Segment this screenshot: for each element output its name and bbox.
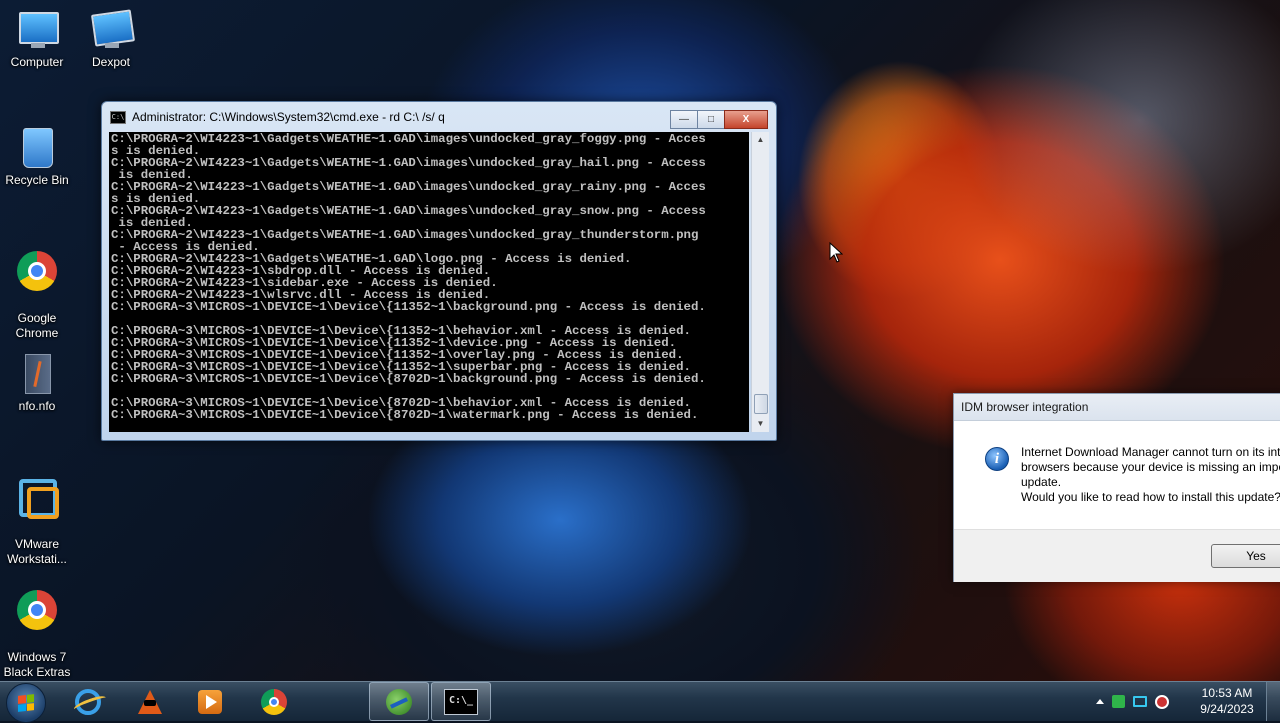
idm-icon — [386, 688, 412, 715]
window-controls: — □ X — [670, 110, 768, 129]
taskbar-google-chrome[interactable] — [244, 682, 304, 721]
taskbar-idm[interactable] — [369, 682, 429, 721]
cmd-window-title: Administrator: C:\Windows\System32\cmd.e… — [132, 110, 445, 124]
system-tray — [1096, 682, 1169, 721]
computer-icon — [15, 8, 59, 52]
taskbar-media-player[interactable] — [180, 682, 240, 721]
minimize-button[interactable]: — — [670, 110, 698, 129]
clock[interactable]: 10:53 AM 9/24/2023 — [1196, 685, 1258, 717]
dexpot-icon — [89, 8, 136, 52]
console-output-area[interactable]: C:\PROGRA~2\WI4223~1\Gadgets\WEATHE~1.GA… — [109, 132, 749, 432]
cmd-icon: C:\_ — [444, 688, 478, 715]
close-button[interactable]: X — [724, 110, 768, 129]
idm-dialog-footer: Yes — [954, 529, 1280, 582]
desktop-icon-recycle-bin[interactable]: Recycle Bin — [1, 126, 73, 188]
scroll-down-arrow-icon[interactable]: ▼ — [752, 416, 769, 432]
recycle-bin-icon — [15, 126, 59, 170]
taskbar-cmd[interactable]: C:\_ — [431, 682, 491, 721]
cmd-icon: C:\ — [110, 110, 126, 124]
console-output: C:\PROGRA~2\WI4223~1\Gadgets\WEATHE~1.GA… — [111, 132, 706, 422]
internet-explorer-icon — [75, 688, 101, 715]
start-button[interactable] — [6, 683, 46, 723]
network-icon[interactable] — [1133, 696, 1147, 707]
scrollbar-thumb[interactable] — [754, 394, 768, 414]
desktop-icon-label: VMware Workstati... — [7, 537, 67, 566]
cmd-titlebar[interactable]: C:\ Administrator: C:\Windows\System32\c… — [110, 110, 445, 124]
scroll-up-arrow-icon[interactable]: ▲ — [752, 132, 769, 148]
maximize-button[interactable]: □ — [697, 110, 725, 129]
desktop-icon-label: nfo.nfo — [18, 399, 56, 413]
clock-time: 10:53 AM — [1201, 686, 1253, 700]
desktop-icon-computer[interactable]: Computer — [1, 8, 73, 70]
desktop-icon-label: Dexpot — [91, 55, 131, 69]
chrome-icon — [261, 688, 287, 715]
show-desktop-button[interactable] — [1266, 682, 1280, 721]
desktop-icon-nfo[interactable]: nfo.nfo — [1, 352, 73, 414]
desktop-icon-google-chrome[interactable]: Google Chrome — [1, 234, 73, 356]
windows-logo-icon — [18, 694, 34, 712]
desktop-icon-label: Computer — [10, 55, 64, 69]
chrome-icon — [15, 588, 59, 632]
tray-app-icon[interactable] — [1112, 695, 1125, 708]
show-hidden-icons-icon[interactable] — [1096, 699, 1104, 704]
info-icon: i — [985, 447, 1009, 471]
desktop-icon-windows7-black-extras[interactable]: Windows 7 Black Extras — [1, 573, 73, 681]
desktop-icon-label: Windows 7 Black Extras — [3, 650, 71, 679]
desktop: Computer Dexpot Recycle Bin Google Chrom… — [0, 0, 1280, 681]
volume-icon[interactable] — [1155, 694, 1169, 709]
desktop-icon-vmware[interactable]: VMware Workstati... — [1, 460, 73, 582]
idm-dialog-message: Internet Download Manager cannot turn on… — [1021, 445, 1280, 504]
taskbar-game-app[interactable] — [120, 682, 180, 721]
nfo-file-icon — [15, 352, 59, 396]
clock-date: 9/24/2023 — [1200, 702, 1254, 716]
yes-button[interactable]: Yes — [1211, 544, 1280, 568]
game-app-icon — [136, 688, 164, 716]
vertical-scrollbar[interactable]: ▲ ▼ — [751, 132, 769, 432]
desktop-icon-dexpot[interactable]: Dexpot — [75, 8, 147, 70]
media-player-icon — [198, 689, 222, 714]
chrome-icon — [15, 249, 59, 293]
idm-dialog-title[interactable]: IDM browser integration — [954, 394, 1280, 421]
taskbar-internet-explorer[interactable] — [58, 682, 118, 721]
vmware-icon — [15, 475, 59, 519]
cmd-window[interactable]: C:\ Administrator: C:\Windows\System32\c… — [101, 101, 777, 441]
idm-dialog[interactable]: IDM browser integration i Internet Downl… — [953, 393, 1280, 582]
desktop-icon-label: Google Chrome — [15, 311, 59, 340]
taskbar: C:\_ 10:53 AM 9/24/2023 — [0, 681, 1280, 723]
desktop-icon-label: Recycle Bin — [5, 173, 69, 187]
